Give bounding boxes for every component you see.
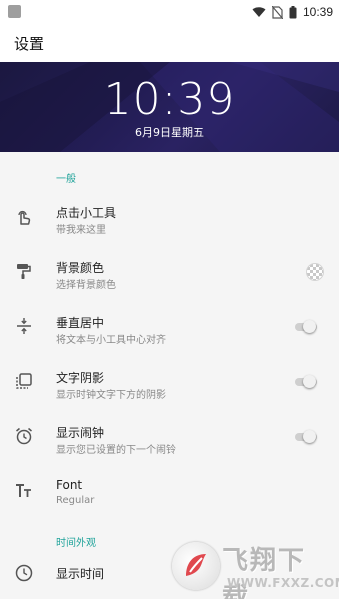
font-icon: [16, 484, 31, 497]
app-bar: 设置: [0, 24, 339, 62]
toggle-thumb: [303, 375, 316, 388]
watermark: 飞翔下载 WWW.FXXZ.COM: [172, 540, 339, 599]
setting-font[interactable]: Font Regular: [0, 467, 339, 517]
setting-subtitle: 选择背景颜色: [56, 280, 116, 291]
alarm-icon: [16, 427, 32, 445]
vertical-center-icon: [17, 318, 31, 334]
background-color-swatch[interactable]: [306, 263, 324, 281]
notification-icon: [8, 5, 21, 18]
no-sim-icon: [271, 5, 283, 19]
setting-title: 显示时间: [56, 567, 105, 581]
setting-subtitle: 显示您已设置的下一个闹铃: [56, 445, 176, 456]
setting-title: 文字阴影: [56, 371, 105, 385]
preview-clock-time: 10:39: [103, 74, 236, 125]
setting-vertical-center[interactable]: 垂直居中 将文本与小工具中心对齐: [0, 302, 339, 352]
clock-icon: [15, 564, 33, 582]
setting-subtitle: Regular: [56, 495, 95, 506]
toggle-thumb: [303, 320, 316, 333]
clock-preview: 10:39 6月9日星期五: [0, 62, 339, 152]
watermark-text: 飞翔下载: [222, 546, 307, 599]
setting-title: Font: [56, 478, 83, 492]
setting-title: 显示闹钟: [56, 426, 105, 440]
section-header-general: 一般: [56, 174, 76, 185]
setting-title: 垂直居中: [56, 316, 105, 330]
touch-icon: [18, 210, 31, 225]
setting-background-color[interactable]: 背景颜色 选择背景颜色: [0, 247, 339, 297]
setting-text-shadow[interactable]: 文字阴影 显示时钟文字下方的阴影: [0, 357, 339, 407]
setting-subtitle: 带我来这里: [56, 225, 106, 236]
status-icons: 10:39: [252, 3, 333, 21]
watermark-url: WWW.FXXZ.COM: [227, 576, 339, 590]
show-alarm-toggle[interactable]: [295, 430, 317, 443]
setting-title: 点击小工具: [56, 206, 117, 220]
paint-roller-icon: [17, 264, 31, 279]
text-shadow-toggle[interactable]: [295, 375, 317, 388]
battery-icon: [289, 5, 297, 18]
setting-show-alarm[interactable]: 显示闹钟 显示您已设置的下一个闹铃: [0, 412, 339, 462]
text-shadow-icon: [16, 373, 32, 389]
setting-title: 背景颜色: [56, 261, 105, 275]
preview-clock-date: 6月9日星期五: [135, 126, 204, 139]
setting-subtitle: 将文本与小工具中心对齐: [56, 335, 166, 346]
page-title: 设置: [14, 35, 45, 53]
section-header-time-appearance: 时间外观: [56, 538, 96, 549]
settings-list: 一般 点击小工具 带我来这里 背景颜色 选择背景颜色 垂直居中 将文本与小工具中…: [0, 152, 339, 599]
toggle-thumb: [303, 430, 316, 443]
setting-tap-widget[interactable]: 点击小工具 带我来这里: [0, 192, 339, 242]
status-bar: 10:39: [0, 0, 339, 24]
watermark-logo-icon: [172, 542, 220, 590]
status-time: 10:39: [302, 5, 333, 19]
vertical-center-toggle[interactable]: [295, 320, 317, 333]
setting-subtitle: 显示时钟文字下方的阴影: [56, 390, 166, 401]
wifi-icon: [252, 7, 266, 17]
